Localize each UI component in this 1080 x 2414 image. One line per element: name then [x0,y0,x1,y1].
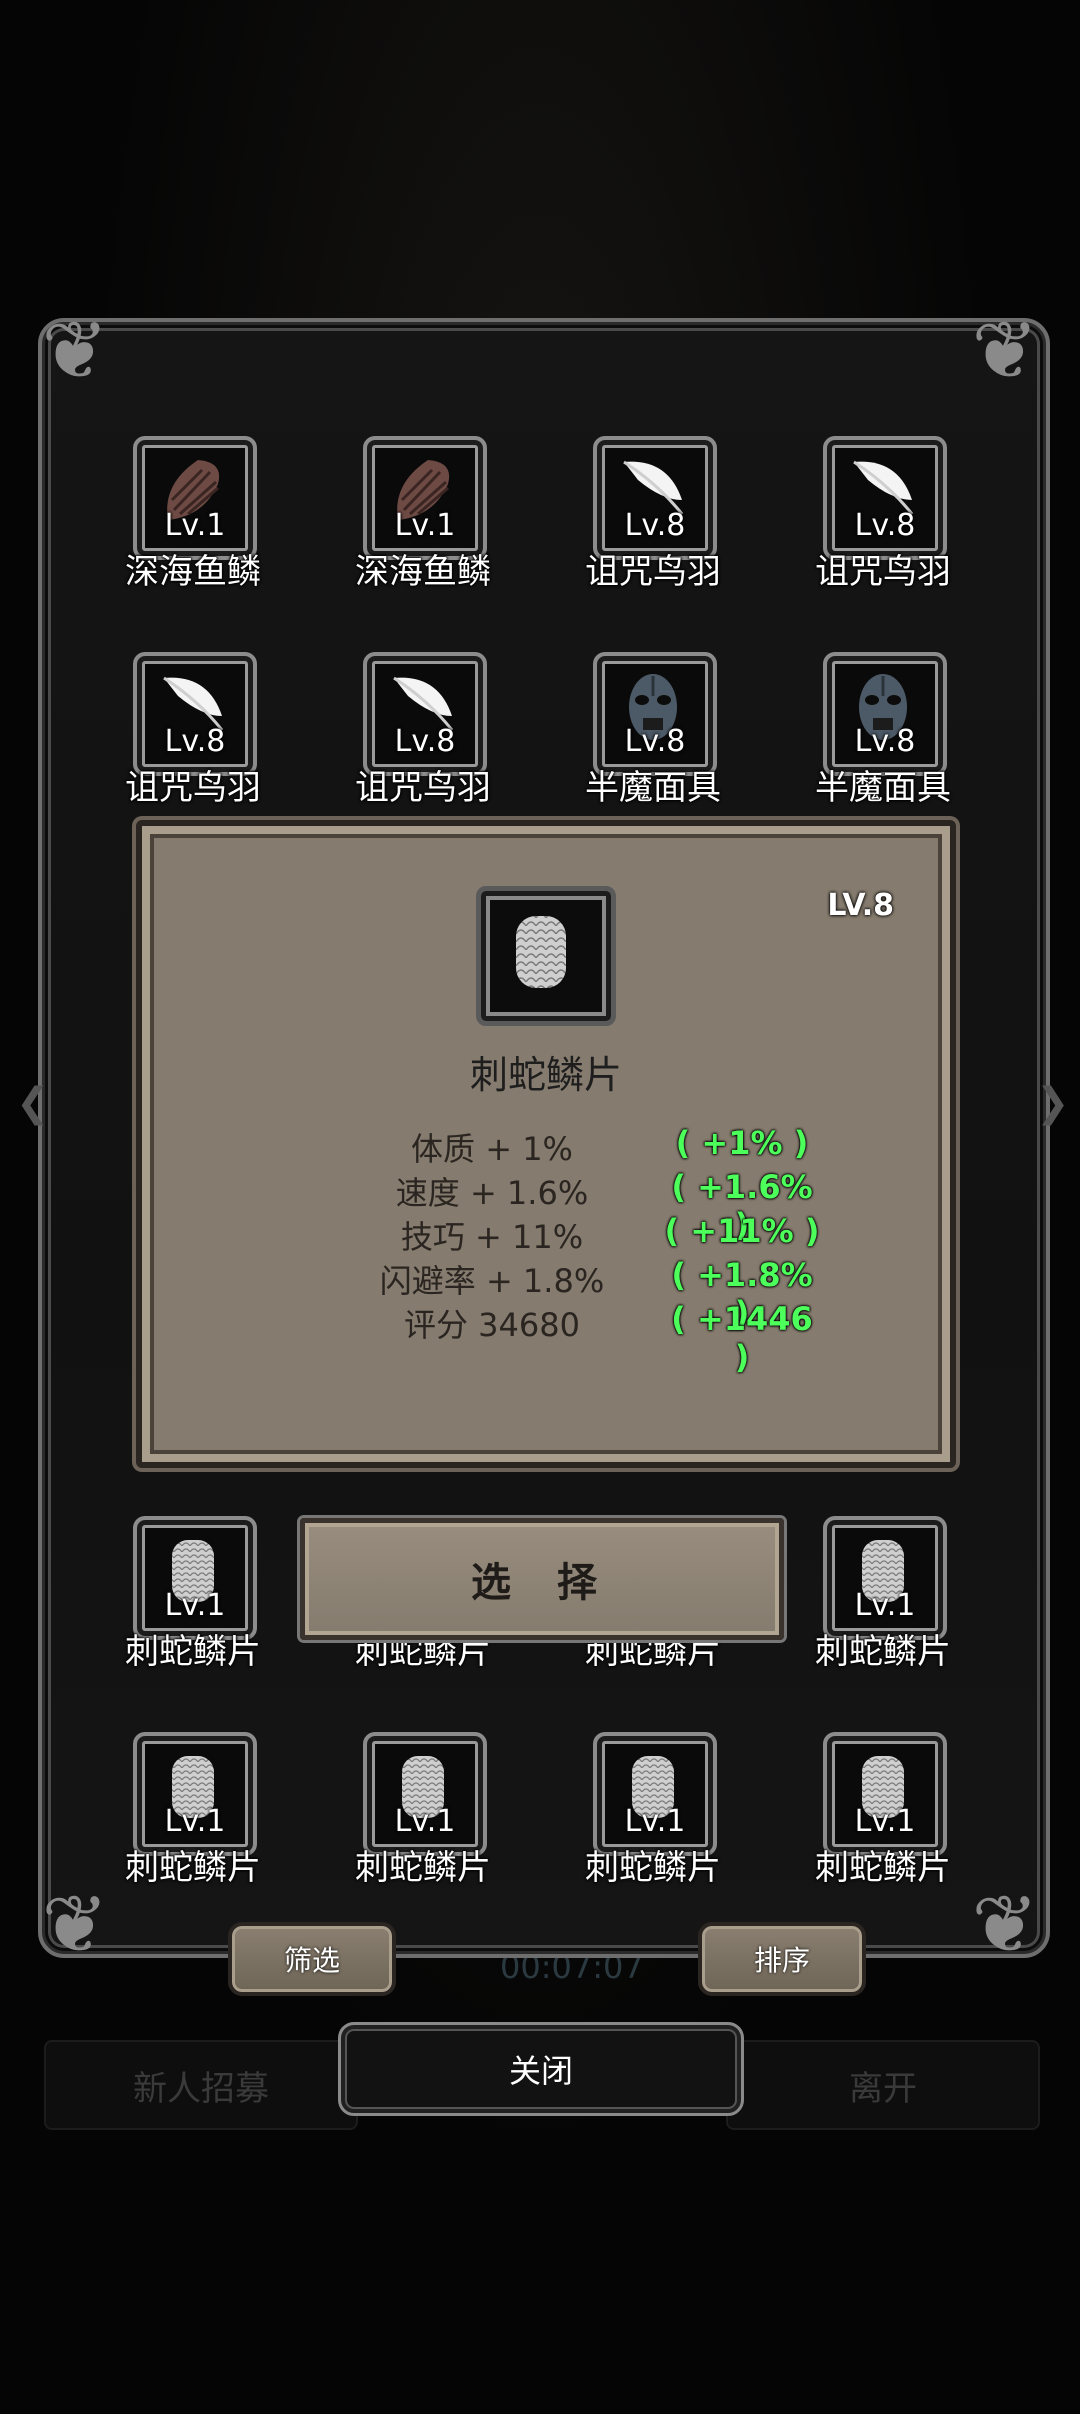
leave-button-bg: 离开 [726,2040,1040,2130]
slot-level: Lv.1 [164,1588,226,1623]
slot-item-name: 刺蛇鳞片 [815,1848,951,1888]
right-arrow-icon[interactable]: ❯ [1036,1080,1070,1126]
slot-item-name: 刺蛇鳞片 [125,1848,261,1888]
stat-label: 技巧 + 11% [400,1218,584,1256]
inventory-slot[interactable]: Lv.1 刺蛇鳞片 [768,1732,998,1902]
stat-label: 闪避率 + 1.8% [379,1262,605,1300]
slot-level: Lv.1 [624,1804,686,1839]
select-button[interactable]: 选 择 [300,1518,784,1640]
slot-level: Lv.1 [164,1804,226,1839]
slot-item-name: 深海鱼鳞 [125,552,261,592]
recruit-button-bg: 新人招募 [44,2040,358,2130]
slot-level: Lv.1 [854,1804,916,1839]
inventory-slot[interactable]: Lv.8 诅咒鸟羽 [538,436,768,606]
slot-level: Lv.8 [854,508,916,543]
slot-item-name: 诅咒鸟羽 [125,768,261,808]
slot-level: Lv.1 [394,1804,456,1839]
inventory-slot[interactable]: Lv.1 刺蛇鳞片 [78,1732,308,1902]
corner-ornament-icon: ❦ [971,304,1039,397]
stat-label: 速度 + 1.6% [395,1174,589,1212]
inventory-slot[interactable]: Lv.1 刺蛇鳞片 [538,1732,768,1902]
corner-ornament-icon: ❦ [41,304,109,397]
slot-level: Lv.8 [394,724,456,759]
slot-item-name: 深海鱼鳞 [355,552,491,592]
stat-label: 评分 34680 [404,1306,580,1344]
stat-label: 体质 + 1% [411,1130,573,1168]
filter-button[interactable]: 筛选 [228,1922,396,1996]
inventory-slot[interactable]: Lv.1 刺蛇鳞片 [308,1732,538,1902]
stat-diff: ( +1% ) [675,1124,809,1162]
inventory-slot[interactable]: Lv.1 深海鱼鳞 [308,436,538,606]
detail-level: LV.8 [827,888,894,923]
slot-item-name: 半魔面具 [815,768,951,808]
slot-item-name: 刺蛇鳞片 [585,1848,721,1888]
slot-item-name: 诅咒鸟羽 [815,552,951,592]
inventory-slot[interactable]: Lv.1 刺蛇鳞片 [78,1516,308,1686]
inventory-slot[interactable]: Lv.8 半魔面具 [538,652,768,822]
sort-button[interactable]: 排序 [698,1922,866,1996]
stat-diff: ( +1446 ) [671,1300,813,1376]
slot-item-name: 刺蛇鳞片 [815,1632,951,1672]
snake-scale-icon [516,916,566,988]
detail-item-name: 刺蛇鳞片 [469,1053,622,1097]
slot-item-name: 刺蛇鳞片 [125,1632,261,1672]
slot-level: Lv.8 [854,724,916,759]
slot-level: Lv.1 [164,508,226,543]
inventory-slot[interactable]: Lv.1 刺蛇鳞片 [768,1516,998,1686]
slot-item-name: 刺蛇鳞片 [355,1848,491,1888]
slot-level: Lv.8 [164,724,226,759]
slot-level: Lv.8 [624,508,686,543]
inventory-slot[interactable]: Lv.8 诅咒鸟羽 [768,436,998,606]
slot-item-name: 诅咒鸟羽 [585,552,721,592]
inventory-slot[interactable]: Lv.1 深海鱼鳞 [78,436,308,606]
inventory-slot[interactable]: Lv.8 诅咒鸟羽 [78,652,308,822]
stat-diff: ( +11% ) [664,1212,820,1250]
slot-item-name: 半魔面具 [585,768,721,808]
slot-item-name: 诅咒鸟羽 [355,768,491,808]
slot-level: Lv.8 [624,724,686,759]
item-detail-popup: LV.8 刺蛇鳞片 体质 + 1% ( +1% ) 速度 + 1.6% ( +1… [136,820,956,1468]
inventory-slot[interactable]: Lv.8 半魔面具 [768,652,998,822]
inventory-slot[interactable]: Lv.8 诅咒鸟羽 [308,652,538,822]
detail-icon-frame [476,886,616,1026]
slot-level: Lv.1 [854,1588,916,1623]
left-arrow-icon[interactable]: ❮ [16,1080,50,1126]
close-button[interactable]: 关闭 [338,2022,744,2116]
slot-level: Lv.1 [394,508,456,543]
